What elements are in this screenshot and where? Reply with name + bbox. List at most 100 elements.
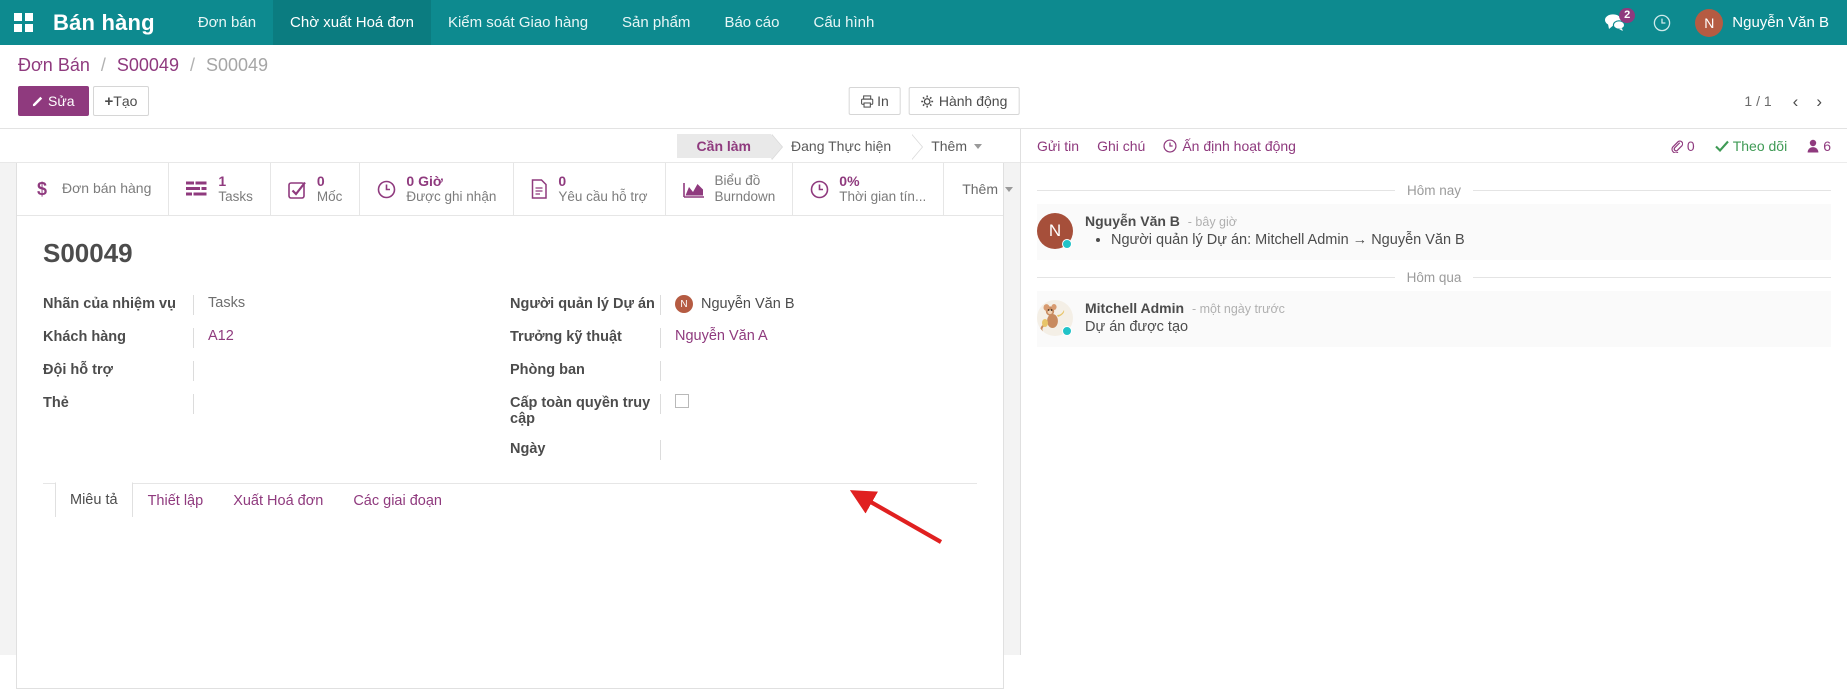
stat-button-value: 0 xyxy=(558,173,647,189)
field-value-m2o[interactable]: N Nguyễn Văn B xyxy=(675,295,977,313)
field-value[interactable] xyxy=(660,361,977,381)
field-value[interactable]: Nguyễn Văn A xyxy=(660,328,977,348)
follow-button[interactable]: Theo dõi xyxy=(1715,138,1787,154)
create-button[interactable]: +Tạo xyxy=(93,86,150,116)
access-checkbox[interactable] xyxy=(675,394,689,408)
breadcrumb-separator: / xyxy=(101,55,106,75)
action-button[interactable]: Hành động xyxy=(909,87,1020,115)
field-value[interactable]: A12 xyxy=(193,328,510,348)
chevron-right-icon[interactable]: › xyxy=(1809,91,1829,112)
activities-menu-button[interactable] xyxy=(1639,14,1685,32)
nav-item-bao-cao[interactable]: Báo cáo xyxy=(707,0,796,45)
breadcrumb-root[interactable]: Đơn Bán xyxy=(18,55,90,75)
message-timestamp: - một ngày trước xyxy=(1192,302,1285,316)
field-column-left: Nhãn của nhiệm vụ Tasks Khách hàng A12 Đ… xyxy=(43,295,510,473)
message-item: Mitchell Admin - một ngày trước Dự án đư… xyxy=(1037,291,1831,347)
check-icon xyxy=(1715,140,1729,152)
nav-item-don-ban[interactable]: Đơn bán xyxy=(181,0,273,45)
stat-button-label: Đơn bán hàng xyxy=(62,180,151,196)
tab-cac-giai-doan[interactable]: Các giai đoạn xyxy=(338,483,457,518)
field-ngay: Ngày xyxy=(510,440,977,460)
field-label: Trưởng kỹ thuật xyxy=(510,328,660,345)
tab-mieu-ta[interactable]: Miêu tả xyxy=(55,482,133,517)
tab-xuat-hoa-don[interactable]: Xuất Hoá đơn xyxy=(218,483,338,518)
message-item: N Nguyễn Văn B - bây giờ Người quản lý D… xyxy=(1037,204,1831,260)
tab-thiet-lap[interactable]: Thiết lập xyxy=(133,483,219,518)
field-value[interactable]: Tasks xyxy=(193,295,510,315)
printer-icon xyxy=(860,95,873,108)
stat-button-value: 0 Giờ xyxy=(406,173,496,189)
form-view: Cần làm Đang Thực hiện Thêm $ Đơn bán hà… xyxy=(0,129,1020,655)
apps-menu-button[interactable] xyxy=(0,0,45,45)
field-label: Đội hỗ trợ xyxy=(43,361,193,378)
field-value[interactable] xyxy=(193,394,510,414)
nav-item-kiem-soat-giao-hang[interactable]: Kiểm soát Giao hàng xyxy=(431,0,605,45)
field-label: Người quản lý Dự án xyxy=(510,295,660,312)
file-text-icon xyxy=(531,179,548,199)
field-label: Ngày xyxy=(510,440,660,457)
message-tracking-value: Người quản lý Dự án: Mitchell Admin → Ng… xyxy=(1111,232,1825,248)
field-value[interactable] xyxy=(660,440,977,460)
breadcrumb-separator-2: / xyxy=(190,55,195,75)
clock-icon xyxy=(377,180,396,199)
message-content: Dự án được tạo xyxy=(1085,319,1825,335)
print-button-label: In xyxy=(877,93,889,109)
main-content: Cần làm Đang Thực hiện Thêm $ Đơn bán hà… xyxy=(0,129,1847,655)
notebook-page-mieu-ta[interactable] xyxy=(43,518,977,588)
user-menu-label: Nguyễn Văn B xyxy=(1732,14,1829,31)
statusbar-item-dang-thuc-hien[interactable]: Đang Thực hiện xyxy=(771,134,911,158)
message-content: Người quản lý Dự án: Mitchell Admin → Ng… xyxy=(1085,232,1825,248)
field-value-wrapper: N Nguyễn Văn B xyxy=(660,295,977,315)
stat-button-label: Mốc xyxy=(317,189,343,205)
statusbar-item-them[interactable]: Thêm xyxy=(911,134,1002,158)
schedule-activity-button[interactable]: Ấn định hoạt động xyxy=(1163,138,1296,154)
stat-button-value: Biểu đồ xyxy=(715,173,776,189)
statusbar-item-can-lam[interactable]: Cần làm xyxy=(677,134,771,158)
send-message-button[interactable]: Gửi tin xyxy=(1037,138,1079,154)
gear-icon xyxy=(921,95,934,108)
stat-button-duoc-ghi-nhan[interactable]: 0 Giờ Được ghi nhận xyxy=(360,163,514,215)
pencil-icon xyxy=(32,95,44,107)
message-author[interactable]: Nguyễn Văn B xyxy=(1085,213,1180,229)
field-the: Thẻ xyxy=(43,394,510,414)
message-thread: Hôm nay N Nguyễn Văn B - bây giờ Người q… xyxy=(1021,163,1847,347)
nav-item-cau-hinh[interactable]: Cấu hình xyxy=(796,0,891,45)
field-value: Nguyễn Văn B xyxy=(701,296,795,312)
edit-button[interactable]: Sửa xyxy=(18,86,89,116)
stat-button-moc[interactable]: 0 Mốc xyxy=(271,163,361,215)
pager: 1 / 1 ‹ › xyxy=(1744,91,1829,112)
apps-grid-icon xyxy=(14,13,33,32)
field-doi-ho-tro: Đội hỗ trợ xyxy=(43,361,510,381)
log-note-button[interactable]: Ghi chú xyxy=(1097,138,1145,154)
chevron-left-icon[interactable]: ‹ xyxy=(1786,91,1806,112)
day-separator-today: Hôm nay xyxy=(1037,183,1831,198)
stat-button-label: Burndown xyxy=(715,189,776,205)
stat-button-burndown[interactable]: Biểu đồ Burndown xyxy=(666,163,794,215)
app-brand[interactable]: Bán hàng xyxy=(45,0,181,45)
chatter: Gửi tin Ghi chú Ấn định hoạt động 0 xyxy=(1020,129,1847,655)
user-menu-button[interactable]: N Nguyễn Văn B xyxy=(1685,9,1829,37)
stat-button-yeu-cau-ho-tro[interactable]: 0 Yêu cầu hỗ trợ xyxy=(514,163,665,215)
message-avatar-wrapper: N xyxy=(1037,213,1073,249)
breadcrumb-parent[interactable]: S00049 xyxy=(117,55,179,75)
stat-button-thoi-gian-tinh[interactable]: 0% Thời gian tín... xyxy=(793,163,944,215)
control-panel: Đơn Bán / S00049 / S00049 Sửa +Tạo In xyxy=(0,45,1847,129)
stat-buttons-more[interactable]: Thêm xyxy=(944,163,1031,215)
nav-item-cho-xuat-hoa-don[interactable]: Chờ xuất Hoá đơn xyxy=(273,0,431,45)
nav-item-san-pham[interactable]: Sản phẩm xyxy=(605,0,707,45)
messages-menu-button[interactable]: 2 xyxy=(1591,14,1639,31)
control-panel-buttons: Sửa +Tạo In Hành động xyxy=(18,86,1829,116)
statusbar: Cần làm Đang Thực hiện Thêm xyxy=(677,134,1002,158)
field-value[interactable] xyxy=(193,361,510,381)
followers-button[interactable]: 6 xyxy=(1807,138,1831,154)
paperclip-icon xyxy=(1670,139,1683,153)
print-button[interactable]: In xyxy=(848,87,901,115)
stat-button-value: 1 xyxy=(218,173,253,189)
stat-button-tasks[interactable]: 1 Tasks xyxy=(169,163,271,215)
message-author[interactable]: Mitchell Admin xyxy=(1085,300,1184,316)
schedule-activity-label: Ấn định hoạt động xyxy=(1182,138,1296,154)
attachments-button[interactable]: 0 xyxy=(1670,138,1695,154)
clock-icon xyxy=(1653,14,1671,32)
control-panel-center-buttons: In Hành động xyxy=(848,87,1019,115)
stat-button-don-ban-hang[interactable]: $ Đơn bán hàng xyxy=(17,163,169,215)
